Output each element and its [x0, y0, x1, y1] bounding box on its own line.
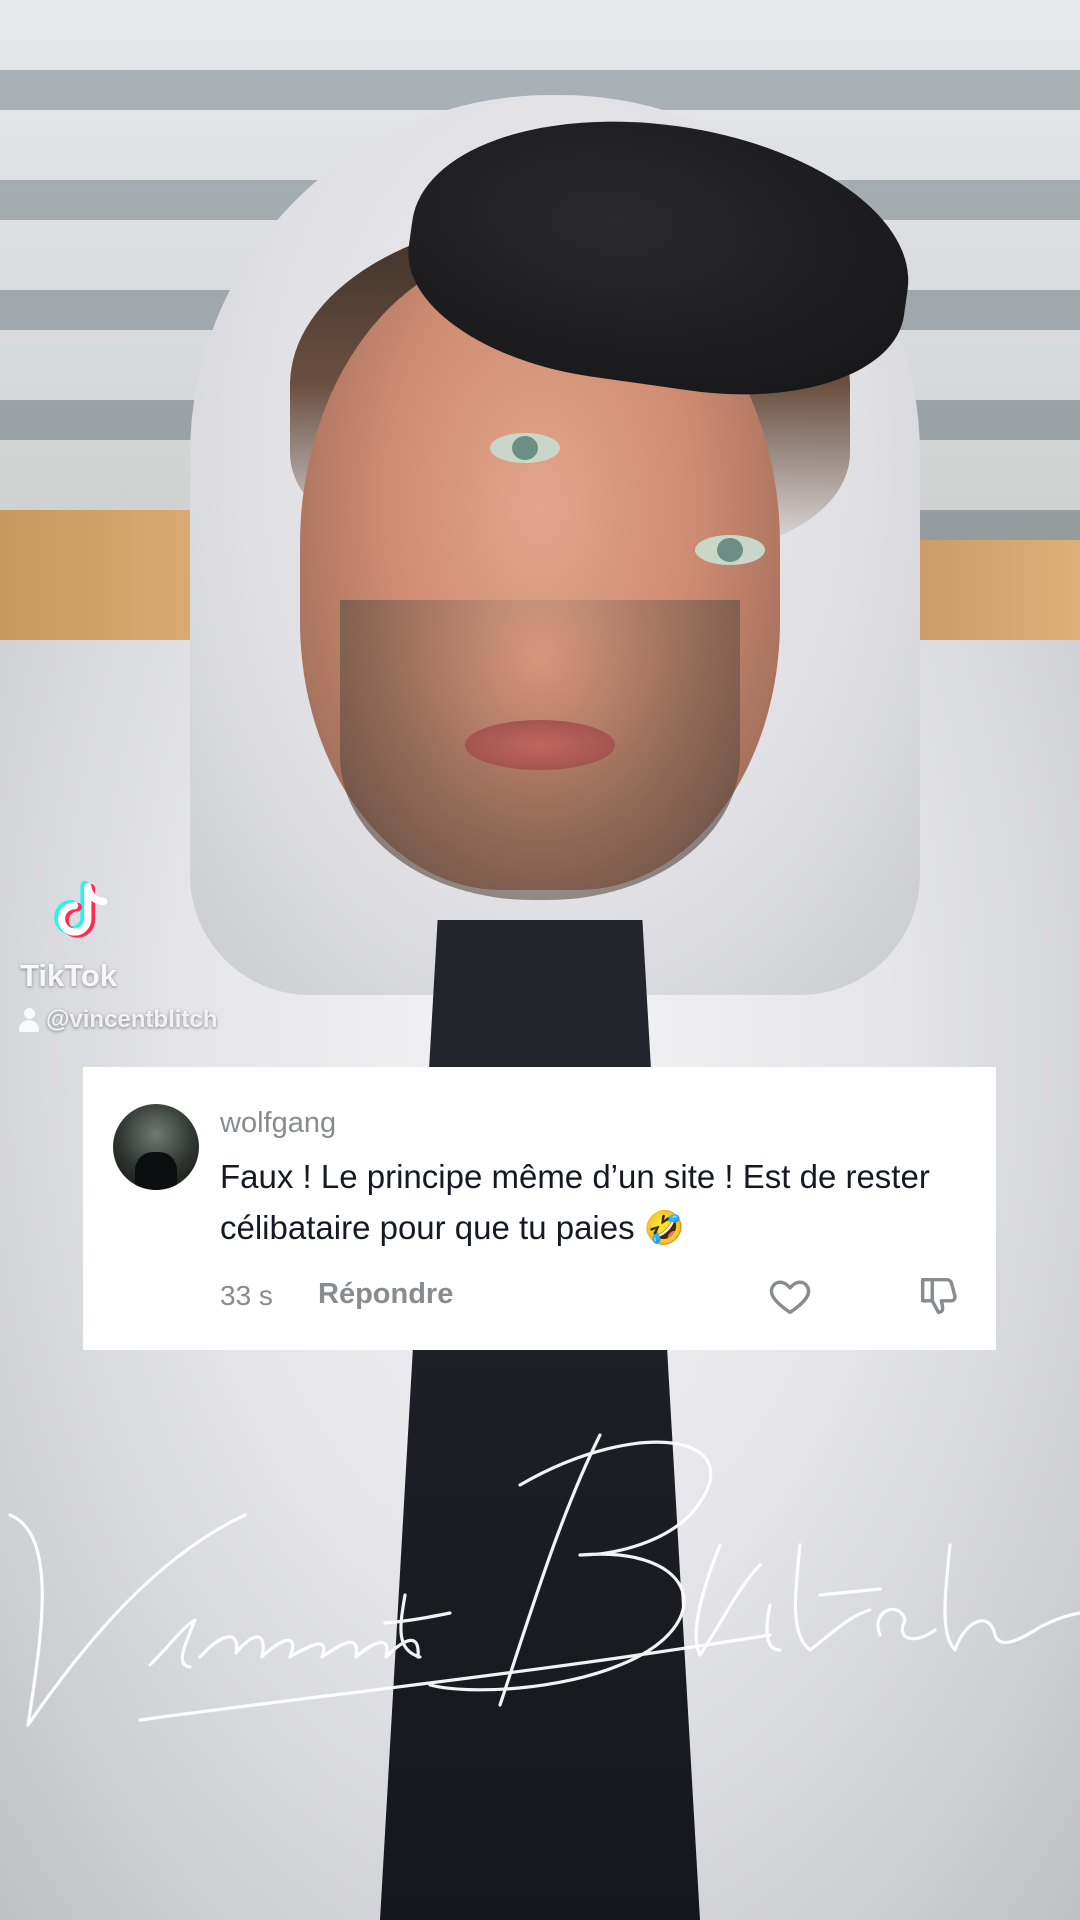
tiktok-watermark-user: @vincentblitch: [18, 1006, 217, 1034]
reply-button[interactable]: Répondre: [318, 1278, 453, 1311]
thumbs-down-icon[interactable]: [915, 1273, 961, 1319]
tiktok-watermark-username: @vincentblitch: [46, 1006, 218, 1033]
eye-right: [695, 535, 765, 565]
tiktok-watermark-label: TikTok: [20, 958, 118, 993]
comment-username[interactable]: wolfgang: [220, 1107, 336, 1140]
tiktok-logo-icon: [54, 880, 108, 938]
signature-overlay: [8, 1433, 1080, 1727]
comment-card: wolfgang Faux ! Le principe même d’un si…: [83, 1067, 996, 1350]
avatar[interactable]: [113, 1104, 199, 1190]
mouth: [465, 720, 615, 770]
comment-time: 33 s: [220, 1280, 273, 1311]
person-icon: [18, 1008, 40, 1032]
eye-left: [490, 433, 560, 463]
heart-icon[interactable]: [767, 1273, 813, 1319]
comment-text: Faux ! Le principe même d’un site ! Est …: [220, 1158, 930, 1246]
